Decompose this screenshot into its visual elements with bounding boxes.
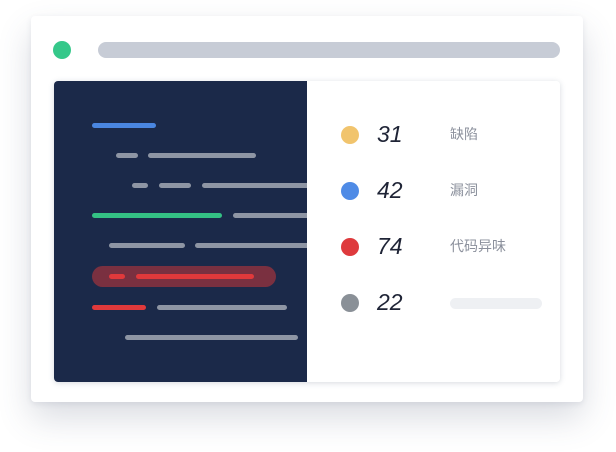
code-line: [109, 243, 185, 248]
code-smell-label: 代码异味: [450, 239, 506, 255]
code-editor: [54, 81, 313, 382]
bug-label: 缺陷: [450, 127, 478, 143]
issue-row-other[interactable]: 22: [307, 283, 560, 323]
issue-row-code-smells[interactable]: 74 代码异味: [307, 227, 560, 267]
code-line: [195, 243, 313, 248]
code-line: [92, 123, 156, 128]
browser-window: 31 缺陷 42 漏洞 74 代码异味 22: [31, 16, 583, 402]
code-smell-status-dot: [341, 238, 359, 256]
bug-count: 31: [377, 121, 403, 147]
code-line: [92, 305, 146, 310]
code-line: [136, 274, 254, 279]
code-line: [132, 183, 148, 188]
code-line: [125, 335, 298, 340]
issue-summary-list: 31 缺陷 42 漏洞 74 代码异味 22: [307, 81, 560, 382]
content-panel: 31 缺陷 42 漏洞 74 代码异味 22: [54, 81, 560, 382]
code-line: [202, 183, 312, 188]
code-smell-count: 74: [377, 233, 403, 259]
other-count: 22: [377, 289, 403, 315]
code-line: [233, 213, 313, 218]
other-status-dot: [341, 294, 359, 312]
vulnerability-count: 42: [377, 177, 403, 203]
code-line: [148, 153, 256, 158]
address-bar[interactable]: [98, 42, 560, 58]
issue-row-vulnerabilities[interactable]: 42 漏洞: [307, 171, 560, 211]
bug-status-dot: [341, 126, 359, 144]
issue-row-bugs[interactable]: 31 缺陷: [307, 115, 560, 155]
code-line: [109, 274, 125, 279]
other-label-placeholder: [450, 298, 542, 309]
status-dot: [53, 41, 71, 59]
vulnerability-status-dot: [341, 182, 359, 200]
code-line: [157, 305, 287, 310]
code-line: [116, 153, 138, 158]
code-line: [159, 183, 191, 188]
vulnerability-label: 漏洞: [450, 183, 478, 199]
code-line: [92, 213, 222, 218]
